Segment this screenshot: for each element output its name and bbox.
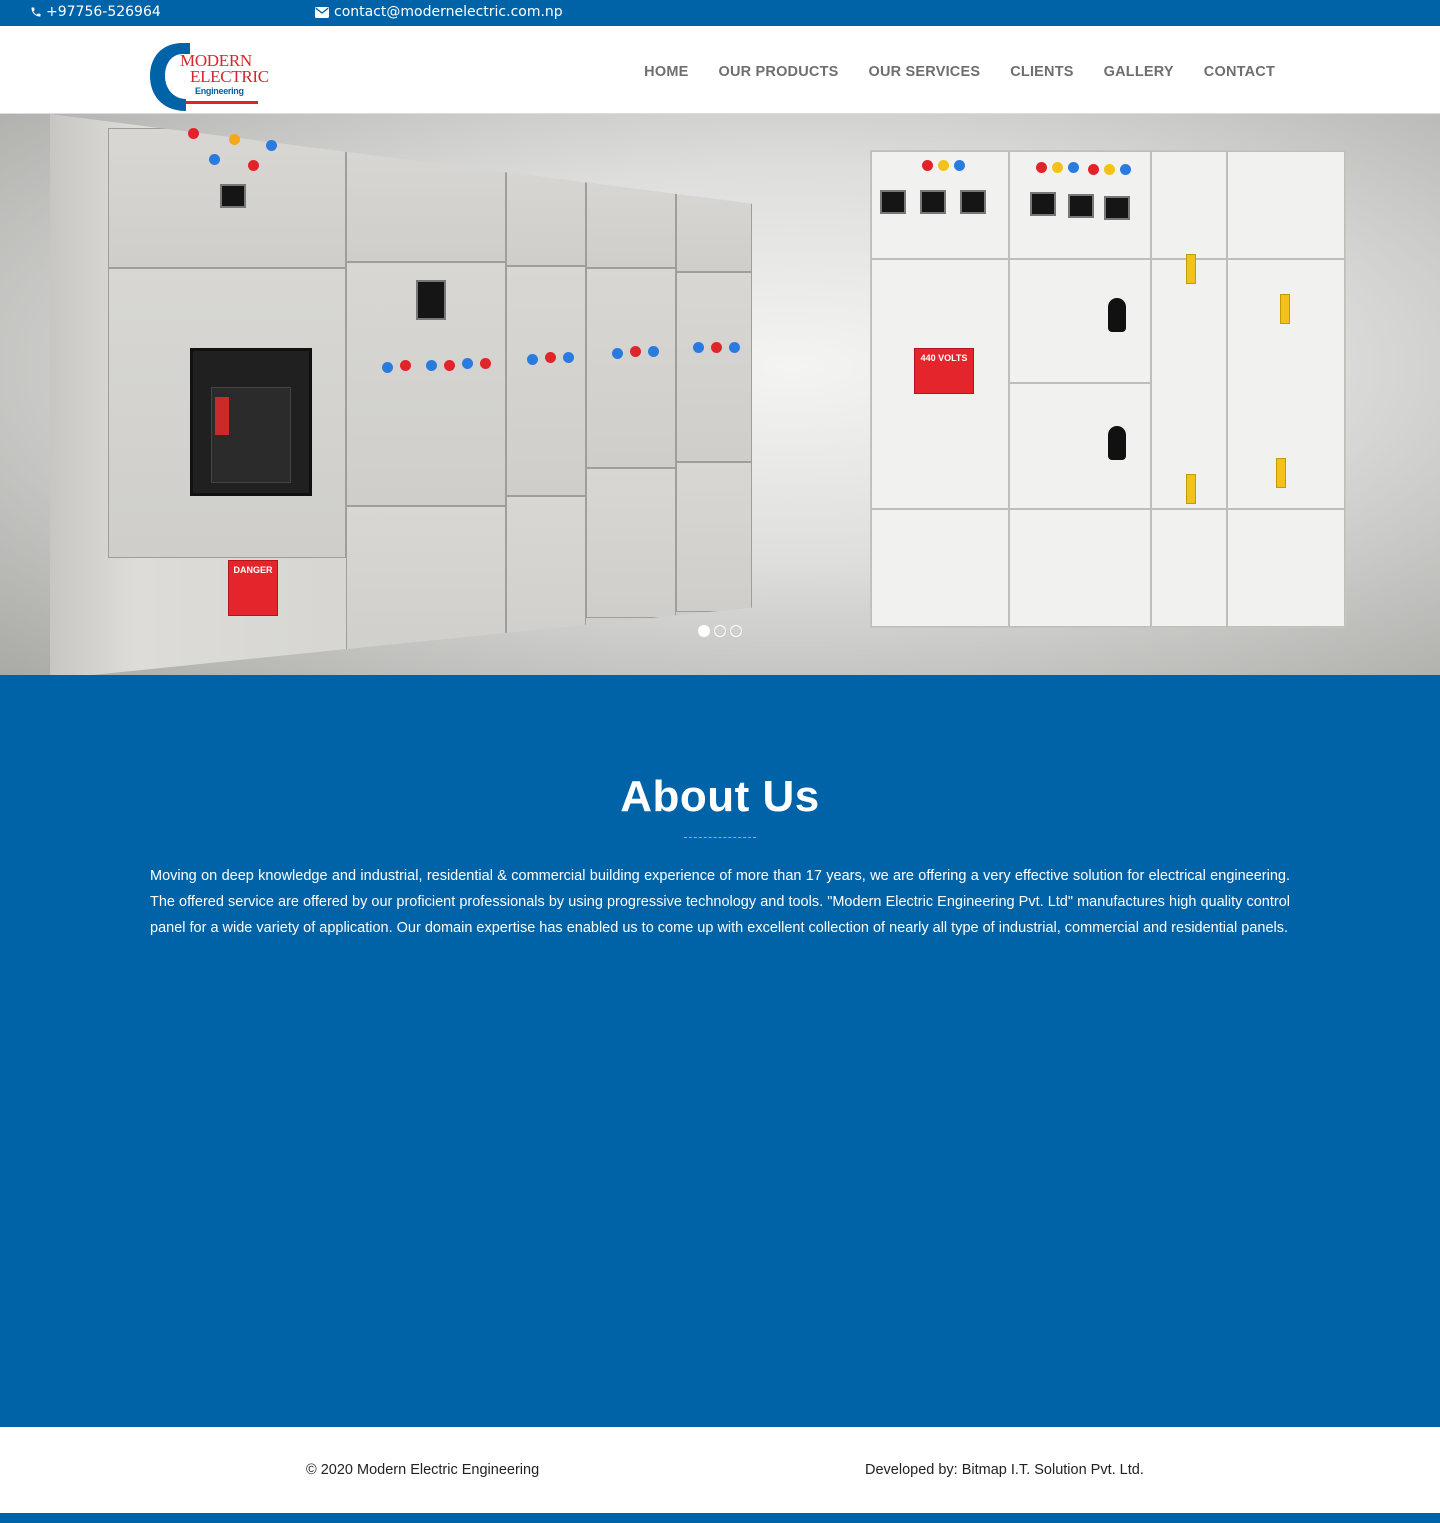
main-nav: HOME OUR PRODUCTS OUR SERVICES CLIENTS G…	[629, 64, 1290, 80]
company-logo[interactable]: MODERN ELECTRIC Engineering	[150, 41, 269, 112]
site-header: MODERN ELECTRIC Engineering HOME OUR PRO…	[0, 26, 1440, 114]
nav-home[interactable]: HOME	[629, 64, 703, 80]
site-footer: © 2020 Modern Electric Engineering Devel…	[0, 1427, 1440, 1513]
danger-sign-volts: 440 VOLTS	[920, 353, 968, 363]
email-contact[interactable]: contact@modernelectric.com.np	[315, 4, 563, 20]
about-section: About Us Moving on deep knowledge and in…	[0, 675, 1440, 1427]
about-text: Moving on deep knowledge and industrial,…	[150, 868, 1290, 936]
circuit-breaker	[190, 348, 312, 496]
nav-gallery[interactable]: GALLERY	[1089, 64, 1189, 80]
danger-sign-left: DANGER	[228, 560, 278, 616]
copyright-text: © 2020 Modern Electric Engineering	[306, 1462, 540, 1478]
slider-pagination	[698, 625, 742, 637]
about-divider	[684, 837, 756, 838]
logo-wordmark: MODERN ELECTRIC Engineering	[180, 52, 269, 97]
nav-our-services[interactable]: OUR SERVICES	[854, 64, 996, 80]
envelope-icon	[315, 6, 329, 18]
hero-slider[interactable]: DANGER 440 VOLTS	[0, 114, 1440, 675]
email-address: contact@modernelectric.com.np	[334, 4, 563, 20]
phone-contact[interactable]: +97756-526964	[30, 4, 161, 20]
about-title: About Us	[620, 772, 820, 821]
danger-sign-label: DANGER	[233, 565, 273, 575]
logo-line-2: ELECTRIC	[190, 67, 269, 86]
slider-dot-1[interactable]	[698, 625, 710, 637]
nav-contact[interactable]: CONTACT	[1189, 64, 1290, 80]
phone-number: +97756-526964	[46, 4, 161, 20]
phone-icon	[30, 6, 42, 18]
nav-clients[interactable]: CLIENTS	[995, 64, 1088, 80]
control-panel-image-left	[50, 114, 752, 675]
slider-dot-2[interactable]	[714, 625, 726, 637]
danger-sign-right: 440 VOLTS	[914, 348, 974, 394]
top-contact-bar: +97756-526964 contact@modernelectric.com…	[0, 0, 1440, 26]
developer-credit[interactable]: Developed by: Bitmap I.T. Solution Pvt. …	[865, 1462, 1144, 1478]
slider-dot-3[interactable]	[730, 625, 742, 637]
nav-our-products[interactable]: OUR PRODUCTS	[703, 64, 853, 80]
bottom-bar	[0, 1513, 1440, 1523]
logo-line-3: Engineering	[195, 86, 244, 96]
